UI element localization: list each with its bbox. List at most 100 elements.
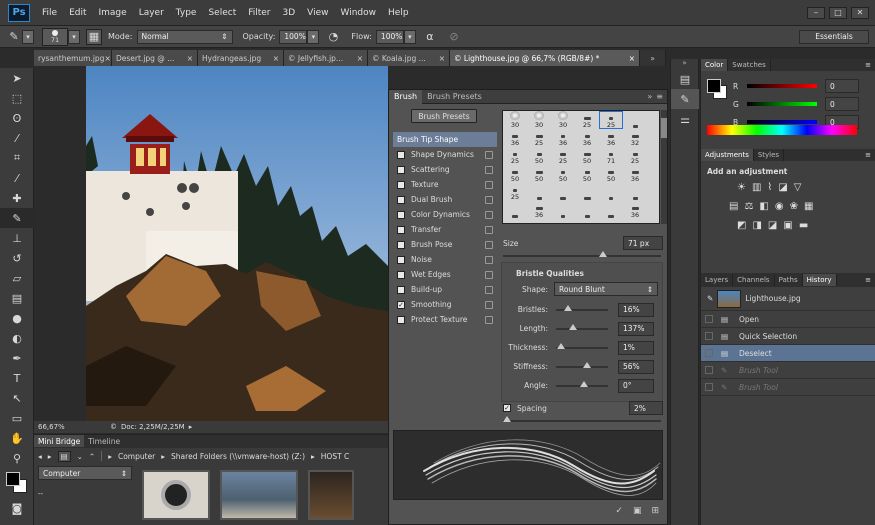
brush-tip[interactable] — [551, 201, 575, 219]
brush-presets-panel-icon[interactable]: ⚌ — [671, 109, 699, 129]
history-source-checkbox[interactable] — [705, 366, 713, 374]
slider-value[interactable]: 137% — [618, 321, 654, 336]
menu-window[interactable]: Window — [335, 8, 383, 18]
quick-mask-icon[interactable]: ◙ — [0, 498, 34, 518]
brush-tip[interactable] — [527, 183, 551, 201]
brush-tip[interactable]: 30 — [551, 111, 575, 129]
brush-tip[interactable]: 25 — [503, 183, 527, 201]
brush-panel-toggle-icon[interactable]: ▦ — [86, 28, 102, 45]
option-checkbox[interactable] — [397, 225, 405, 234]
type-tool-icon[interactable]: T — [0, 368, 34, 388]
location-select[interactable]: Computer ⇕ — [38, 466, 132, 480]
history-source-checkbox[interactable] — [705, 383, 713, 391]
maximize-button[interactable]: □ — [829, 6, 847, 19]
menu-edit[interactable]: Edit — [63, 8, 92, 18]
threshold-icon[interactable]: ◪ — [768, 220, 777, 231]
tab-adjustments[interactable]: Adjustments — [701, 149, 754, 161]
slider-thumb[interactable] — [568, 323, 577, 330]
foreground-color-swatch[interactable] — [6, 472, 20, 486]
option-checkbox[interactable] — [397, 150, 405, 159]
channel-slider[interactable] — [747, 120, 817, 124]
slider-track[interactable] — [556, 304, 608, 311]
brush-tip[interactable]: 25 — [527, 129, 551, 147]
lock-icon[interactable] — [485, 300, 493, 309]
brush-tip[interactable]: 71 — [599, 147, 623, 165]
breadcrumb-computer[interactable]: Computer — [118, 452, 155, 461]
brush-presets-button[interactable]: Brush Presets — [411, 109, 477, 123]
lock-icon[interactable] — [485, 150, 493, 159]
brush-preset-picker[interactable]: 71 — [42, 27, 68, 46]
spacing-field[interactable]: 2% — [629, 401, 663, 415]
brush-tip[interactable]: 30 — [503, 111, 527, 129]
levels-icon[interactable]: ▥ — [752, 182, 761, 193]
brush-option-build-up[interactable]: Build-up — [393, 282, 497, 297]
mode-select[interactable]: Normal ⇕ — [136, 29, 233, 44]
lock-icon[interactable] — [485, 240, 493, 249]
panel-collapse-icon[interactable]: » — [647, 92, 652, 101]
status-menu-icon[interactable]: ▸ — [189, 423, 193, 431]
tab-mini-bridge[interactable]: Mini Bridge — [34, 435, 85, 447]
menu-view[interactable]: View — [301, 8, 334, 18]
brush-option-noise[interactable]: Noise — [393, 252, 497, 267]
new-brush-icon[interactable]: ⊞ — [651, 506, 659, 516]
brush-option-color-dynamics[interactable]: Color Dynamics — [393, 207, 497, 222]
brush-tip[interactable] — [599, 183, 623, 201]
tab-close-icon[interactable]: × — [187, 54, 193, 63]
flow-field[interactable]: 100% — [375, 29, 404, 44]
history-brush-tool-icon[interactable]: ↺ — [0, 248, 34, 268]
lock-icon[interactable] — [485, 270, 493, 279]
option-checkbox[interactable] — [397, 315, 405, 324]
lock-icon[interactable] — [485, 210, 493, 219]
brush-tip[interactable]: 25 — [623, 147, 647, 165]
brush-tip[interactable] — [623, 183, 647, 201]
option-checkbox[interactable] — [397, 210, 405, 219]
chevron-down-icon[interactable]: ⌄ — [77, 452, 83, 461]
brush-option-brush-tip-shape[interactable]: Brush Tip Shape — [393, 132, 497, 147]
spacing-slider[interactable] — [503, 416, 661, 422]
strip-collapse-icon[interactable]: » — [671, 59, 698, 69]
brightness-contrast-icon[interactable]: ☀ — [737, 182, 746, 193]
blur-tool-icon[interactable]: ● — [0, 308, 34, 328]
brush-tip[interactable]: 25 — [503, 147, 527, 165]
brush-tip[interactable]: 36 — [623, 165, 647, 183]
color-balance-icon[interactable]: ⚖ — [744, 201, 753, 212]
slider-thumb[interactable] — [556, 342, 565, 349]
posterize-icon[interactable]: ◨ — [752, 220, 761, 231]
up-arrow-icon[interactable]: ⌃ — [89, 452, 95, 461]
lock-icon[interactable] — [485, 315, 493, 324]
marquee-tool-icon[interactable]: ⬚ — [0, 88, 34, 108]
back-arrow-icon[interactable]: ◂ — [38, 452, 42, 461]
brush-tip[interactable]: 36 — [551, 129, 575, 147]
brush-tip[interactable] — [551, 183, 575, 201]
panel-menu-icon[interactable]: ≡ — [865, 276, 871, 284]
minimize-button[interactable]: – — [807, 6, 825, 19]
slider-track[interactable] — [556, 342, 608, 349]
brush-tip[interactable]: 50 — [575, 165, 599, 183]
option-checkbox[interactable] — [397, 180, 405, 189]
tabs-overflow-icon[interactable]: » — [640, 50, 666, 66]
brush-tip[interactable] — [599, 201, 623, 219]
tab-timeline[interactable]: Timeline — [84, 435, 124, 447]
brush-tip[interactable] — [527, 219, 551, 223]
lock-icon[interactable] — [485, 225, 493, 234]
tab-brush[interactable]: Brush — [389, 89, 423, 104]
brush-tip-grid[interactable]: 30 30 30 25 25 36 25 36 36 36 32 25 50 25 50 71 25 50 50 50… — [502, 110, 660, 224]
menu-image[interactable]: Image — [93, 8, 133, 18]
brush-tip[interactable] — [623, 111, 647, 129]
brush-tool-icon[interactable]: ✎ — [6, 29, 22, 45]
channel-value[interactable]: 0 — [825, 97, 859, 111]
slider-track[interactable] — [556, 380, 608, 387]
forward-arrow-icon[interactable]: ▸ — [48, 452, 52, 461]
photo-filter-icon[interactable]: ◉ — [775, 201, 784, 212]
hue-saturation-icon[interactable]: ▤ — [729, 201, 738, 212]
slider-track[interactable] — [556, 323, 608, 330]
brush-tip[interactable]: 36 — [623, 201, 647, 219]
slider-thumb[interactable] — [503, 416, 511, 422]
history-snapshot[interactable]: ✎ Lighthouse.jpg — [701, 287, 875, 311]
zoom-level[interactable]: 66,67% — [38, 423, 86, 431]
option-checkbox[interactable] — [397, 240, 405, 249]
path-selection-tool-icon[interactable]: ↖ — [0, 388, 34, 408]
slider-value[interactable]: 16% — [618, 302, 654, 317]
breadcrumb-shared-folders[interactable]: Shared Folders (\\vmware-host) (Z:) — [171, 452, 305, 461]
document-canvas[interactable] — [86, 66, 388, 421]
